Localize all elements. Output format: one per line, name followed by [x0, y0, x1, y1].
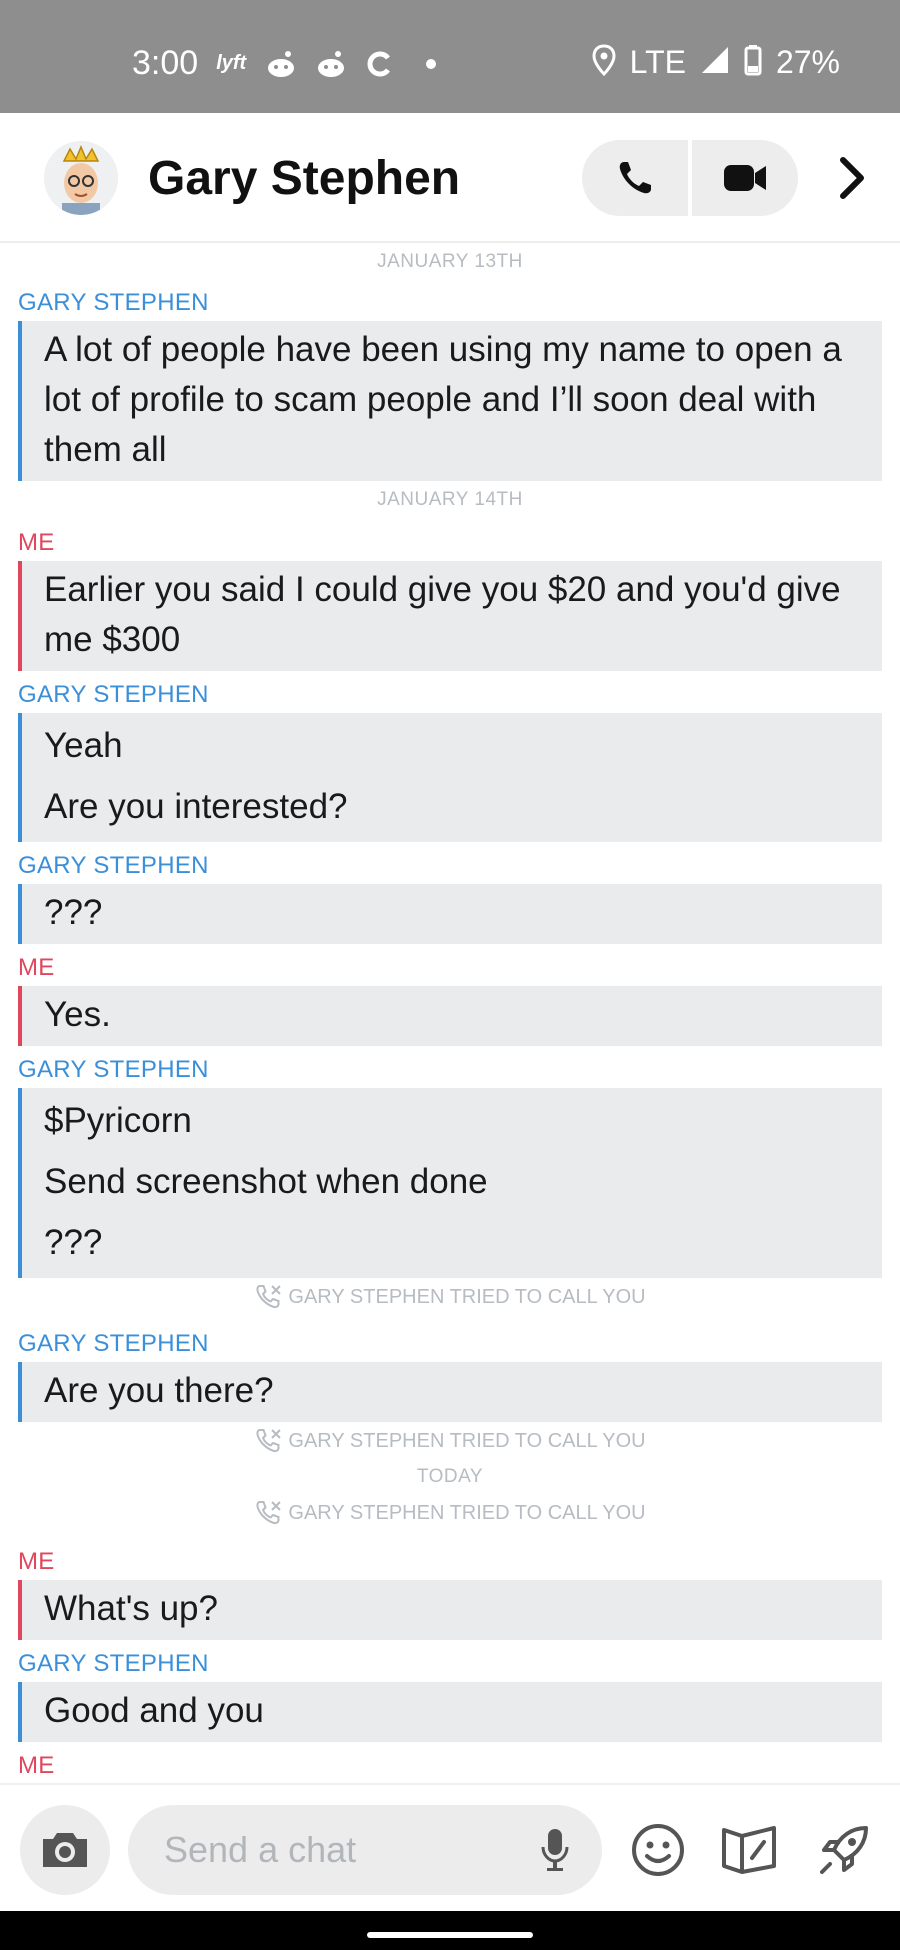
status-bar: 3:00 lyft LTE 27%: [0, 0, 900, 113]
battery-percent: 27%: [775, 44, 840, 80]
avatar[interactable]: [44, 141, 118, 215]
chat-composer: [0, 1783, 900, 1911]
message-text: Are you interested?: [44, 787, 348, 826]
message-block[interactable]: $Pyricorn Send screenshot when done ???: [18, 1088, 882, 1278]
video-camera-icon: [724, 165, 766, 191]
message-text: Are you there?: [44, 1371, 274, 1410]
status-right: LTE 27%: [592, 44, 840, 81]
missed-call-note[interactable]: GARY STEPHEN TRIED TO CALL YOU: [0, 1280, 900, 1314]
chat-input[interactable]: [164, 1805, 504, 1895]
message-text: Good and you: [44, 1691, 264, 1730]
home-indicator[interactable]: [367, 1932, 533, 1938]
sender-label: GARY STEPHEN: [18, 1330, 209, 1357]
smiley-icon: [632, 1824, 684, 1876]
sender-label: ME: [18, 1752, 55, 1779]
sender-label: ME: [18, 954, 55, 981]
message-block[interactable]: Are you there?: [18, 1362, 882, 1422]
sender-label: ME: [18, 529, 55, 556]
signal-icon: [700, 45, 730, 80]
chat-messages[interactable]: JANUARY 13TH GARY STEPHEN A lot of peopl…: [0, 243, 900, 1783]
sender-label: GARY STEPHEN: [18, 1056, 209, 1083]
missed-call-icon: [256, 1285, 282, 1309]
circle-c-icon: [364, 47, 398, 81]
sender-label: ME: [18, 1548, 55, 1575]
missed-call-text: GARY STEPHEN TRIED TO CALL YOU: [288, 1285, 646, 1308]
status-left: 3:00 lyft: [132, 44, 448, 83]
message-text: Yeah: [44, 726, 123, 765]
message-text: ???: [44, 893, 103, 932]
message-text: A lot of people have been using my name …: [44, 330, 842, 469]
bitmoji-avatar-icon: [44, 141, 118, 215]
date-separator: TODAY: [416, 1466, 484, 1487]
message-block[interactable]: ???: [18, 884, 882, 944]
sender-label: GARY STEPHEN: [18, 852, 209, 879]
sender-label: GARY STEPHEN: [18, 289, 209, 316]
missed-call-icon: [256, 1501, 282, 1525]
microphone-button[interactable]: [528, 1823, 582, 1877]
missed-call-note[interactable]: GARY STEPHEN TRIED TO CALL YOU: [0, 1496, 900, 1530]
missed-call-text: GARY STEPHEN TRIED TO CALL YOU: [288, 1501, 646, 1524]
message-block[interactable]: Earlier you said I could give you $20 an…: [18, 561, 882, 671]
message-block[interactable]: A lot of people have been using my name …: [18, 321, 882, 481]
message-text: Earlier you said I could give you $20 an…: [44, 570, 841, 659]
video-call-button[interactable]: [692, 140, 798, 216]
call-button-group: [582, 140, 798, 216]
message-text: ???: [44, 1223, 103, 1262]
status-time: 3:00: [132, 44, 199, 82]
rocket-icon: [820, 1826, 868, 1874]
date-separator: JANUARY 14TH: [377, 489, 523, 510]
emoji-button[interactable]: [621, 1813, 695, 1887]
reddit-icon: [264, 47, 298, 81]
sender-label: GARY STEPHEN: [18, 1650, 209, 1677]
missed-call-icon: [256, 1429, 282, 1453]
network-type: LTE: [629, 44, 686, 80]
chat-header: Gary Stephen: [0, 113, 900, 243]
message-text: Send screenshot when done: [44, 1162, 488, 1201]
message-text: $Pyricorn: [44, 1101, 192, 1140]
lyft-icon: lyft: [216, 52, 247, 74]
message-block[interactable]: Good and you: [18, 1682, 882, 1742]
location-icon: [592, 44, 616, 81]
missed-call-note[interactable]: GARY STEPHEN TRIED TO CALL YOU: [0, 1424, 900, 1458]
sticker-cards-icon: [722, 1826, 776, 1874]
reddit-icon: [314, 47, 348, 81]
message-text: What's up?: [44, 1589, 218, 1628]
battery-icon: [744, 44, 762, 81]
message-block[interactable]: What's up?: [18, 1580, 882, 1640]
chevron-right-icon: [840, 157, 864, 199]
microphone-icon: [541, 1829, 569, 1871]
games-button[interactable]: [807, 1813, 881, 1887]
camera-icon: [43, 1833, 87, 1867]
date-separator: JANUARY 13TH: [377, 251, 523, 272]
chat-input-container: [128, 1805, 602, 1895]
stickers-button[interactable]: [713, 1813, 787, 1887]
missed-call-text: GARY STEPHEN TRIED TO CALL YOU: [288, 1429, 646, 1452]
message-block[interactable]: Yes.: [18, 986, 882, 1046]
message-text: Yes.: [44, 995, 111, 1034]
dot-icon: [414, 47, 448, 81]
system-nav-bar: [0, 1911, 900, 1950]
message-block[interactable]: Yeah Are you interested?: [18, 713, 882, 842]
camera-button[interactable]: [20, 1805, 110, 1895]
voice-call-button[interactable]: [582, 140, 688, 216]
sender-label: GARY STEPHEN: [18, 681, 209, 708]
contact-name[interactable]: Gary Stephen: [148, 151, 460, 206]
chevron-right-button[interactable]: [830, 153, 874, 203]
phone-icon: [619, 162, 651, 194]
